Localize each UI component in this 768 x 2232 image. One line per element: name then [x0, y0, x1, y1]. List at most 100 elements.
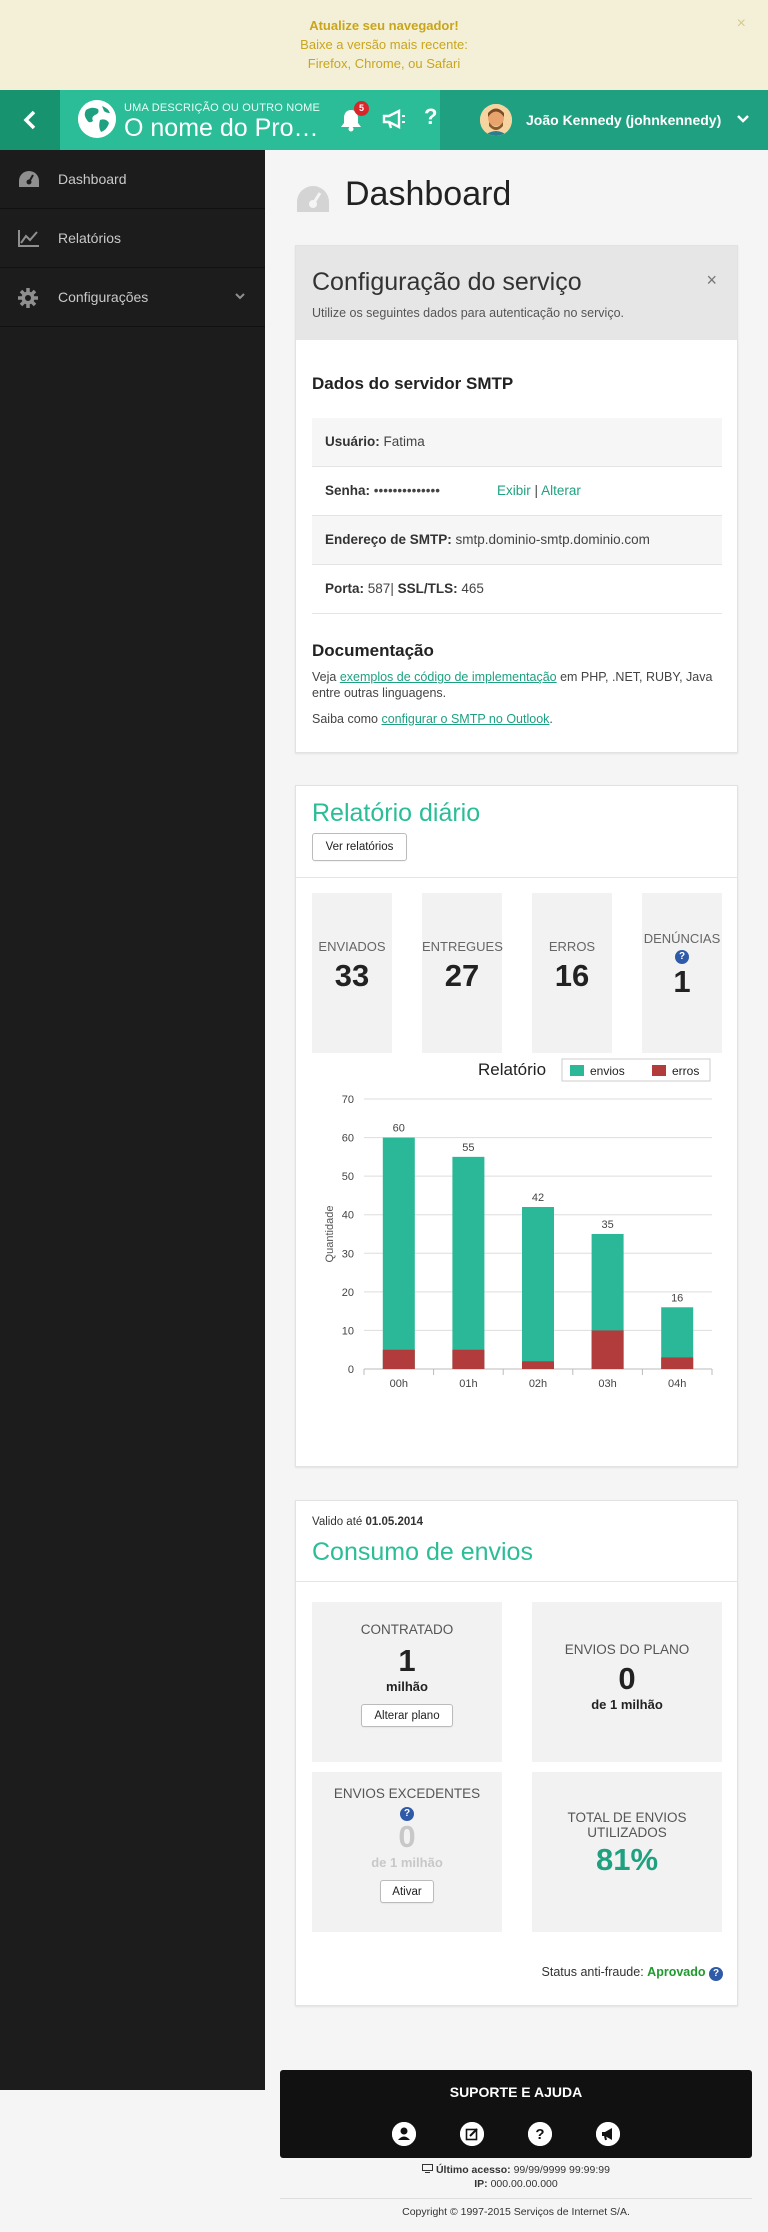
ssl-value: 465 [461, 581, 484, 596]
bar-data-label: 55 [462, 1142, 474, 1154]
bar-data-label: 42 [532, 1192, 544, 1204]
documentation-text-2: Saiba como configurar o SMTP no Outlook. [312, 711, 722, 727]
antifraud-status: Status anti-fraude: Aprovado ? [542, 1965, 723, 1981]
dashboard-icon [297, 186, 329, 212]
port-label: Porta: [325, 581, 365, 596]
last-access-value: 99/99/9999 99:99:99 [513, 2164, 610, 2176]
card-value: 81% [595, 1842, 659, 1877]
change-plan-button[interactable]: Alterar plano [361, 1704, 453, 1727]
documentation-title: Documentação [312, 641, 434, 660]
card-contratado: CONTRATADO 1 milhão Alterar plano [312, 1602, 502, 1762]
megaphone-icon[interactable] [596, 2122, 620, 2146]
show-password-link[interactable]: Exibir [497, 483, 531, 498]
change-password-link[interactable]: Alterar [541, 483, 581, 498]
valid-until: Valido até 01.05.2014 [312, 1516, 423, 1528]
last-access: Último acesso: 99/99/9999 99:99:99 [280, 2164, 752, 2176]
stat-label: DENÚNCIAS [643, 931, 721, 946]
smtp-address-row: Endereço de SMTP: smtp.dominio-smtp.domi… [312, 516, 722, 565]
ssl-label: SSL/TLS: [397, 581, 458, 596]
support-title: SUPORTE E AJUDA [449, 2084, 583, 2100]
port-value: 587 [367, 581, 391, 596]
outlook-smtp-link[interactable]: configurar o SMTP no Outlook [381, 712, 549, 726]
consumption-panel: Valido até 01.05.2014 Consumo de envios … [295, 1500, 738, 2006]
card-excedentes: ENVIOS EXCEDENTES ? 0 de 1 milhão Ativar [312, 1772, 502, 1932]
link-separator: | [534, 483, 539, 498]
legend-swatch [570, 1065, 584, 1076]
smtp-password-row: Senha: •••••••••••••• Exibir | Alterar [312, 467, 722, 516]
smtp-title: Dados do servidor SMTP [312, 374, 514, 393]
help-icon[interactable]: ? [424, 104, 437, 130]
legend-label: erros [672, 1064, 699, 1078]
dashboard-icon [19, 171, 39, 187]
notification-badge: 5 [354, 101, 369, 116]
user-name[interactable]: João Kennedy (johnkennedy) [526, 112, 721, 128]
chevron-down-icon[interactable] [736, 114, 750, 124]
config-title: Configuração do serviço [312, 268, 582, 296]
bar-data-label: 60 [393, 1123, 405, 1135]
sidebar-item-label: Dashboard [58, 171, 127, 187]
bar-envios [522, 1207, 554, 1369]
back-button[interactable] [0, 90, 60, 150]
x-tick-label: 00h [390, 1378, 408, 1390]
bar-envios [382, 1137, 415, 1369]
sidebar-item-label: Relatórios [58, 230, 122, 246]
chevron-down-icon [235, 293, 245, 300]
chart-title: Relatório [478, 1060, 546, 1079]
documentation-text-1: Veja exemplos de código de implementação… [312, 669, 722, 701]
y-tick-label: 30 [342, 1248, 354, 1260]
x-tick-label: 04h [668, 1378, 686, 1390]
view-reports-button[interactable]: Ver relatórios [312, 833, 407, 861]
svg-text:?: ? [535, 2126, 544, 2143]
y-tick-label: 10 [342, 1325, 354, 1337]
help-icon[interactable]: ? [709, 1967, 723, 1981]
help-icon[interactable]: ? [642, 946, 722, 964]
code-examples-link[interactable]: exemplos de código de implementação [340, 670, 557, 684]
legend-label: envios [590, 1064, 625, 1078]
monitor-icon [422, 2164, 434, 2173]
megaphone-icon[interactable] [382, 108, 406, 130]
doc-text: . [549, 712, 553, 726]
bar-erros [452, 1349, 485, 1369]
card-label: ENVIOS DO PLANO [564, 1642, 690, 1657]
y-tick-label: 20 [342, 1287, 354, 1299]
consumption-title: Consumo de envios [312, 1538, 533, 1566]
copyright: Copyright © 1997-2015 Serviços de Intern… [402, 2206, 630, 2218]
x-tick-label: 02h [529, 1378, 547, 1390]
sidebar-item-dashboard[interactable]: Dashboard [0, 150, 265, 209]
y-tick-label: 50 [342, 1171, 354, 1183]
support-box: SUPORTE E AJUDA ? [280, 2070, 752, 2158]
card-value: 0 [618, 1661, 636, 1696]
edit-icon[interactable] [460, 2122, 484, 2146]
address-label: Endereço de SMTP: [325, 532, 452, 547]
sidebar-item-label: Configurações [58, 289, 149, 305]
y-axis-label: Quantidade [324, 1206, 336, 1263]
warning-line-1: Baixe a versão mais recente: [300, 37, 468, 52]
sidebar-item-configuracoes[interactable]: Configurações [0, 268, 265, 327]
daily-report-panel: Relatório diário Ver relatórios ENVIADOS… [295, 785, 738, 1467]
warning-close-icon[interactable]: × [737, 14, 746, 33]
divider [296, 877, 737, 878]
user-avatar[interactable] [480, 104, 512, 136]
bar-envios [452, 1156, 485, 1369]
smtp-user-row: Usuário: Fatima [312, 418, 722, 467]
help-icon[interactable]: ? [675, 950, 689, 964]
user-value: Fatima [383, 434, 425, 449]
activate-button[interactable]: Ativar [380, 1880, 434, 1903]
card-value: 1 [398, 1643, 416, 1678]
daily-report-chart: Relatório envios erros 0 10 20 30 40 50 60 70 Quant… [324, 1058, 713, 1390]
sidebar-item-relatorios[interactable]: Relatórios [0, 209, 265, 268]
x-tick-label: 03h [598, 1378, 616, 1390]
user-icon[interactable] [392, 2122, 416, 2146]
bar-erros [522, 1361, 554, 1369]
stat-value: 1 [673, 964, 691, 999]
help-icon[interactable]: ? [528, 2122, 552, 2146]
warning-line-2: Firefox, Chrome, ou Safari [307, 56, 461, 71]
bar-erros [591, 1330, 624, 1369]
valid-label: Valido até [312, 1516, 366, 1528]
stat-entregues: ENTREGUES 27 [422, 893, 503, 1053]
x-tick-label: 01h [459, 1378, 477, 1390]
divider [280, 2198, 752, 2199]
close-icon[interactable]: × [706, 270, 717, 291]
y-tick-label: 40 [342, 1210, 354, 1222]
top-header: UMA DESCRIÇÃO OU OUTRO NOME O nome do Pr… [0, 90, 768, 150]
